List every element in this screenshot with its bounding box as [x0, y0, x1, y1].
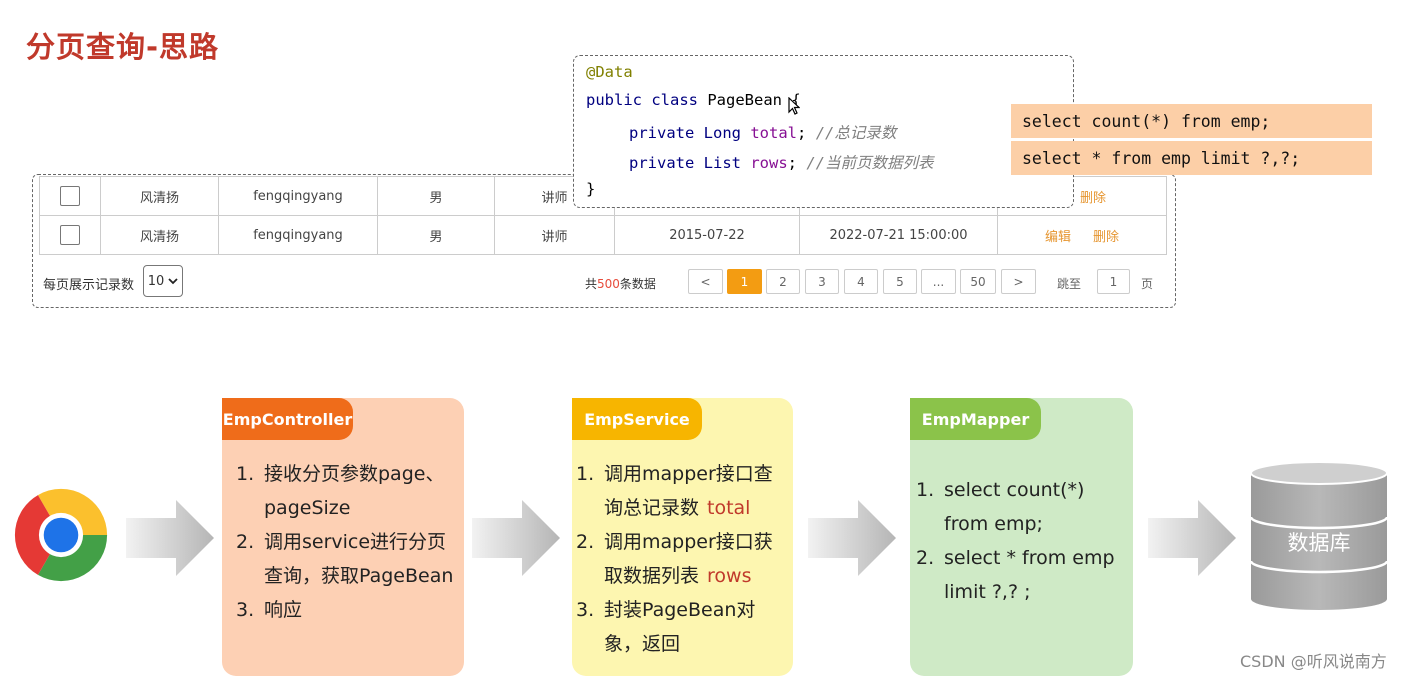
total-suffix: 条数据	[619, 277, 656, 291]
cell-username: fengqingyang	[218, 176, 378, 216]
row-checkbox-cell[interactable]	[39, 176, 101, 216]
mapper-title: EmpMapper	[910, 398, 1041, 440]
code-semicolon: ;	[797, 124, 807, 142]
code-field-total: private Long total; //总记录数	[629, 121, 896, 143]
cell-update-time: 2022-07-21 15:00:00	[799, 215, 998, 255]
cell-gender: 男	[377, 176, 495, 216]
cell-name: 风清扬	[100, 215, 219, 255]
code-class-line: public class PageBean {	[586, 91, 801, 109]
mapper-steps: 1. select count(*) from emp; 2. select * f…	[916, 473, 1128, 609]
highlight-rows: rows	[707, 565, 752, 587]
code-comment: //当前页数据列表	[806, 154, 934, 172]
list-item: 3. 响应	[236, 599, 303, 621]
page-button-1[interactable]: 1	[727, 269, 762, 294]
watermark: CSDN @听风说南方	[1240, 652, 1387, 671]
service-title: EmpService	[572, 398, 702, 440]
controller-steps: 1. 接收分页参数page、pageSize 2. 调用service进行分页查询，…	[236, 457, 458, 627]
prev-page-button[interactable]: <	[688, 269, 723, 294]
code-semicolon: ;	[787, 154, 797, 172]
list-item: 3. 封装PageBean对象，返回	[576, 599, 756, 655]
controller-title: EmpController	[222, 398, 353, 440]
total-count: 500	[597, 277, 620, 291]
code-class-name: PageBean {	[707, 91, 801, 109]
page-button-50[interactable]: 50	[960, 269, 996, 294]
database-label: 数据库	[1287, 531, 1351, 555]
chevron-down-icon	[168, 277, 178, 284]
list-item: 2. 调用service进行分页查询，获取PageBean	[236, 531, 454, 587]
code-keyword: public class	[586, 91, 698, 109]
page-button-5[interactable]: 5	[883, 269, 917, 294]
cell-name: 风清扬	[100, 176, 219, 216]
code-field-name: rows	[750, 154, 788, 172]
total-count-text: 共500条数据	[585, 275, 656, 292]
sql-page-box: select * from emp limit ?,?;	[1011, 141, 1372, 175]
page-button-4[interactable]: 4	[844, 269, 878, 294]
list-item: 1. select count(*) from emp;	[916, 479, 1085, 535]
cell-username: fengqingyang	[218, 215, 378, 255]
total-prefix: 共	[585, 277, 598, 291]
code-annotation: @Data	[586, 63, 633, 81]
table-row: 风清扬 fengqingyang 男 讲师 2015-07-22 2022-07…	[39, 215, 1167, 255]
list-item: 2. 调用mapper接口获取数据列表 rows	[576, 531, 773, 587]
cell-gender: 男	[377, 215, 495, 255]
service-steps: 1. 调用mapper接口查询总记录数 total 2. 调用mapper接口获取数据…	[576, 457, 790, 661]
jump-input[interactable]: 1	[1097, 269, 1130, 294]
cell-actions: 编辑 删除	[997, 215, 1167, 255]
page-size-select[interactable]: 10	[143, 265, 183, 297]
code-field-type: private List	[629, 154, 741, 172]
page-size-label: 每页展示记录数	[43, 278, 135, 293]
row-checkbox[interactable]	[60, 225, 80, 245]
chrome-icon	[14, 488, 108, 582]
list-item: 2. select * from emp limit ?,? ;	[916, 547, 1115, 603]
code-comment: //总记录数	[815, 124, 897, 142]
sql-count-box: select count(*) from emp;	[1011, 104, 1372, 138]
code-close-brace: }	[586, 180, 596, 198]
mouse-cursor-icon	[788, 97, 800, 115]
highlight-total: total	[707, 497, 751, 519]
code-field-name: total	[750, 124, 797, 142]
page-button-2[interactable]: 2	[766, 269, 800, 294]
list-item: 1. 接收分页参数page、pageSize	[236, 463, 445, 519]
cell-job: 讲师	[494, 215, 615, 255]
jump-suffix: 页	[1141, 277, 1154, 291]
edit-link[interactable]: 编辑	[1045, 230, 1071, 245]
delete-link[interactable]: 删除	[1080, 191, 1106, 206]
arrow-right-icon	[1148, 500, 1236, 576]
page-title: 分页查询-思路	[26, 30, 220, 64]
pagebean-code-box: @Data public class PageBean { private Lo…	[573, 55, 1074, 208]
code-field-type: private Long	[629, 124, 741, 142]
next-page-button[interactable]: >	[1001, 269, 1036, 294]
list-item: 1. 调用mapper接口查询总记录数 total	[576, 463, 773, 519]
row-checkbox[interactable]	[60, 186, 80, 206]
page-button-3[interactable]: 3	[805, 269, 839, 294]
page-ellipsis[interactable]: ...	[921, 269, 956, 294]
code-field-rows: private List rows; //当前页数据列表	[629, 151, 934, 173]
delete-link[interactable]: 删除	[1093, 230, 1119, 245]
arrow-right-icon	[126, 500, 214, 576]
row-checkbox-cell[interactable]	[39, 215, 101, 255]
page-size-value: 10	[147, 273, 165, 289]
arrow-right-icon	[472, 500, 560, 576]
cell-entry-date: 2015-07-22	[614, 215, 800, 255]
jump-label: 跳至	[1057, 277, 1082, 291]
arrow-right-icon	[808, 500, 896, 576]
